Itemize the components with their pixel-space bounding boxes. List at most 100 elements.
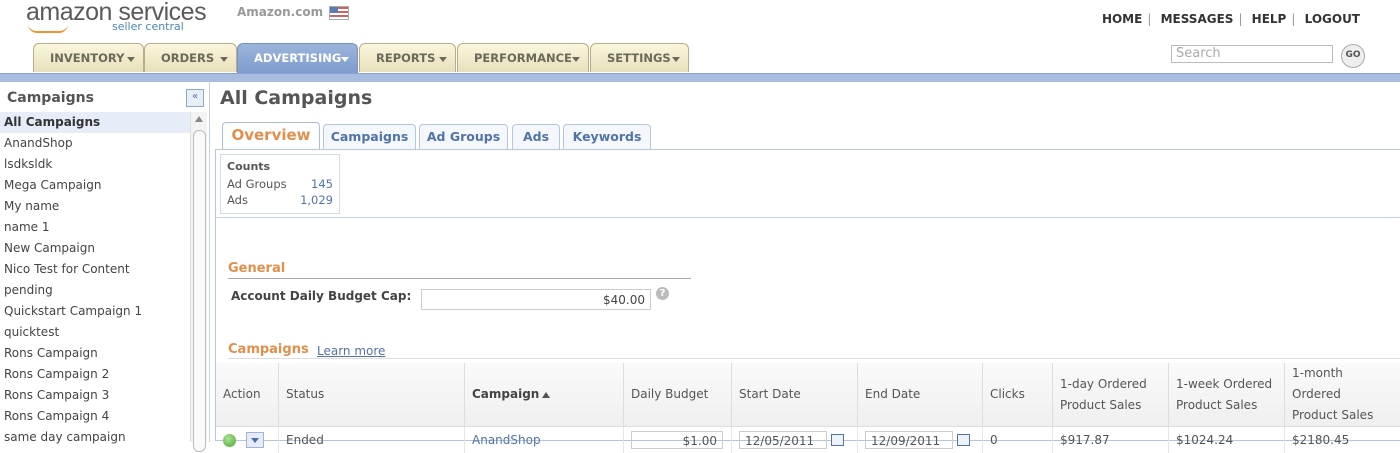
budget-cap-label: Account Daily Budget Cap: bbox=[231, 289, 411, 303]
logout-link[interactable]: LOGOUT bbox=[1305, 12, 1360, 26]
tab-label: PERFORMANCE bbox=[474, 51, 572, 65]
campaigns-table: Action Status Campaign Daily Budget Star… bbox=[216, 363, 1400, 453]
end-date-input[interactable]: 12/09/2011 bbox=[865, 431, 953, 449]
sidebar-item[interactable]: Rons Campaign 3 bbox=[0, 385, 190, 406]
go-button[interactable]: GO bbox=[1341, 44, 1365, 68]
sales-1w-cell: $1024.24 bbox=[1169, 427, 1285, 453]
sidebar-item[interactable]: Rons Campaign bbox=[0, 343, 190, 364]
tab-ads[interactable]: Ads bbox=[512, 124, 560, 149]
ad-groups-count[interactable]: 145 bbox=[311, 177, 333, 191]
amazon-services-logo[interactable]: amazon services seller central bbox=[26, 0, 206, 27]
col-label: Product Sales bbox=[1292, 408, 1373, 422]
tab-orders[interactable]: ORDERS bbox=[144, 43, 237, 72]
learn-more-link[interactable]: Learn more bbox=[317, 344, 385, 358]
sidebar-item[interactable]: quicktest bbox=[0, 322, 190, 343]
main-content: All Campaigns Overview Campaigns Ad Grou… bbox=[210, 82, 1400, 442]
daily-budget-input[interactable]: $1.00 bbox=[631, 431, 723, 449]
campaign-link[interactable]: AnandShop bbox=[472, 433, 541, 447]
sales-1d-cell: $917.87 bbox=[1053, 427, 1169, 453]
search-input[interactable]: Search bbox=[1171, 45, 1333, 63]
ads-count-row: Ads 1,029 bbox=[227, 193, 333, 207]
col-label: Product Sales bbox=[1060, 398, 1141, 412]
campaign-list: All Campaigns AnandShop lsdksldk Mega Ca… bbox=[0, 112, 190, 448]
campaign-sidebar: Campaigns « All Campaigns AnandShop lsdk… bbox=[0, 82, 210, 442]
page-title: All Campaigns bbox=[220, 87, 372, 109]
sidebar-item[interactable]: Rons Campaign 2 bbox=[0, 364, 190, 385]
sidebar-scrollbar[interactable] bbox=[190, 112, 207, 442]
home-link[interactable]: HOME bbox=[1102, 12, 1142, 26]
ad-groups-count-row: Ad Groups 145 bbox=[227, 177, 333, 191]
sales-1m-cell: $2180.45 bbox=[1285, 427, 1400, 453]
sidebar-item[interactable]: pending bbox=[0, 280, 190, 301]
top-links: HOME| MESSAGES| HELP| LOGOUT bbox=[1102, 12, 1360, 26]
col-sales-1d[interactable]: 1-day OrderedProduct Sales bbox=[1053, 363, 1169, 427]
col-end-date[interactable]: End Date bbox=[858, 363, 983, 427]
help-link[interactable]: HELP bbox=[1252, 12, 1287, 26]
separator: | bbox=[1238, 12, 1242, 26]
overview-panel: Counts Ad Groups 145 Ads 1,029 General A… bbox=[215, 149, 1400, 441]
divider bbox=[228, 278, 691, 279]
tab-ad-groups[interactable]: Ad Groups bbox=[419, 124, 508, 149]
tab-advertising[interactable]: ADVERTISING bbox=[237, 43, 358, 74]
budget-cap-input[interactable]: $40.00 bbox=[421, 289, 651, 310]
daily-budget-cell: $1.00 bbox=[624, 427, 732, 453]
tab-reports[interactable]: REPORTS bbox=[359, 43, 456, 72]
tab-campaigns[interactable]: Campaigns bbox=[323, 124, 416, 149]
sidebar-item[interactable]: Quickstart Campaign 1 bbox=[0, 301, 190, 322]
sidebar-item[interactable]: Mega Campaign bbox=[0, 175, 190, 196]
nav-band bbox=[0, 73, 1400, 82]
chevron-down-icon bbox=[341, 57, 349, 62]
sidebar-item[interactable]: name 1 bbox=[0, 217, 190, 238]
tab-label: REPORTS bbox=[376, 51, 435, 65]
general-section-title: General bbox=[228, 261, 285, 276]
ads-count[interactable]: 1,029 bbox=[300, 193, 333, 207]
sidebar-item[interactable]: My name bbox=[0, 196, 190, 217]
sidebar-item[interactable]: New Campaign bbox=[0, 238, 190, 259]
end-date-cell: 12/09/2011 bbox=[858, 427, 983, 453]
col-status[interactable]: Status bbox=[279, 363, 465, 427]
sort-asc-icon bbox=[542, 392, 550, 398]
tab-label: INVENTORY bbox=[50, 51, 124, 65]
col-label: 1-month Ordered bbox=[1292, 366, 1343, 401]
status-dot-icon bbox=[223, 434, 236, 447]
tab-inventory[interactable]: INVENTORY bbox=[33, 43, 144, 72]
sidebar-item[interactable]: Rons Campaign 4 bbox=[0, 406, 190, 427]
chevron-down-icon bbox=[220, 57, 228, 62]
sidebar-item[interactable]: AnandShop bbox=[0, 133, 190, 154]
clicks-cell: 0 bbox=[983, 427, 1053, 453]
help-icon[interactable]: ? bbox=[656, 287, 669, 300]
tab-keywords[interactable]: Keywords bbox=[563, 124, 651, 149]
action-dropdown-button[interactable] bbox=[246, 432, 264, 448]
tab-overview[interactable]: Overview bbox=[222, 122, 320, 149]
col-sales-1w[interactable]: 1-week OrderedProduct Sales bbox=[1169, 363, 1285, 427]
tab-settings[interactable]: SETTINGS bbox=[590, 43, 689, 72]
sidebar-item-all-campaigns[interactable]: All Campaigns bbox=[0, 112, 190, 133]
header: amazon services seller central Amazon.co… bbox=[0, 0, 1400, 82]
messages-link[interactable]: MESSAGES bbox=[1161, 12, 1234, 26]
scroll-up-icon[interactable] bbox=[195, 116, 203, 122]
calendar-icon[interactable] bbox=[957, 434, 970, 446]
scrollbar-thumb[interactable] bbox=[193, 130, 206, 452]
calendar-icon[interactable] bbox=[831, 434, 844, 446]
col-label: 1-week Ordered bbox=[1176, 377, 1272, 391]
col-action: Action bbox=[216, 363, 279, 427]
counts-title: Counts bbox=[227, 160, 270, 173]
logo-smile bbox=[28, 24, 68, 33]
col-daily-budget[interactable]: Daily Budget bbox=[624, 363, 732, 427]
sidebar-item[interactable]: Nico Test for Content bbox=[0, 259, 190, 280]
action-cell bbox=[216, 427, 279, 453]
sidebar-item[interactable]: lsdksldk bbox=[0, 154, 190, 175]
table-row: Ended AnandShop $1.00 12/05/2011 12/09/2… bbox=[216, 427, 1400, 453]
collapse-sidebar-button[interactable]: « bbox=[186, 89, 204, 107]
tab-performance[interactable]: PERFORMANCE bbox=[457, 43, 589, 72]
chevron-down-icon bbox=[439, 57, 447, 62]
start-date-input[interactable]: 12/05/2011 bbox=[739, 431, 827, 449]
col-clicks[interactable]: Clicks bbox=[983, 363, 1053, 427]
col-sales-1m[interactable]: 1-month Ordered Product Sales bbox=[1285, 363, 1400, 427]
sidebar-item[interactable]: same day campaign bbox=[0, 427, 190, 448]
logo-sub: seller central bbox=[112, 20, 184, 33]
col-campaign[interactable]: Campaign bbox=[465, 363, 624, 427]
separator: | bbox=[1147, 12, 1151, 26]
col-start-date[interactable]: Start Date bbox=[732, 363, 858, 427]
counts-box: Counts Ad Groups 145 Ads 1,029 bbox=[220, 154, 340, 214]
